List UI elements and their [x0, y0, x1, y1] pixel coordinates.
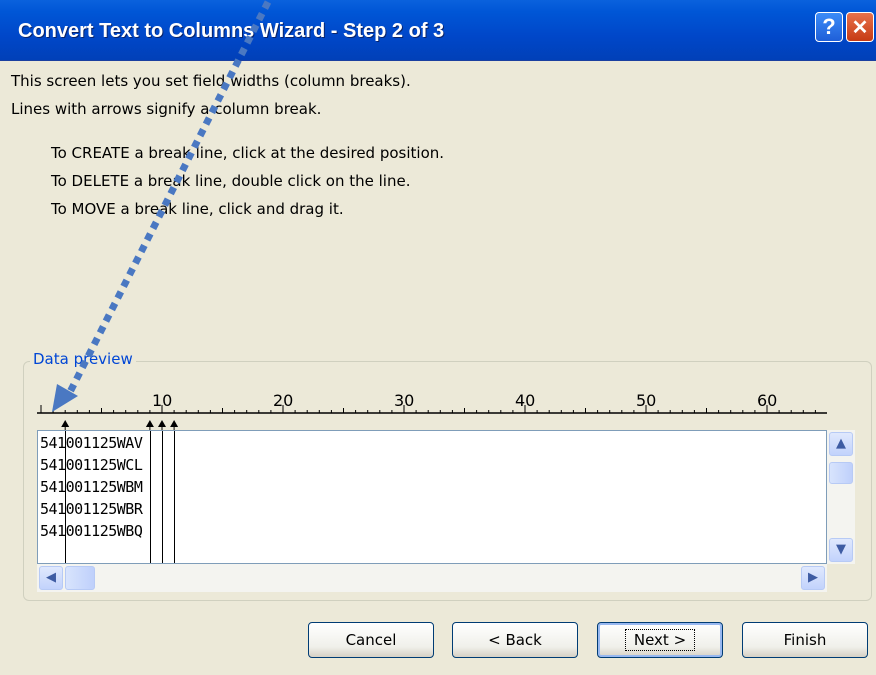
- close-button[interactable]: ✕: [846, 12, 874, 42]
- break-arrow-icon[interactable]: [145, 420, 154, 427]
- chevron-left-icon[interactable]: ◀: [39, 566, 63, 590]
- horizontal-scroll-thumb[interactable]: [65, 566, 95, 590]
- chevron-up-icon[interactable]: ▲: [829, 432, 853, 456]
- title-bar[interactable]: Convert Text to Columns Wizard - Step 2 …: [0, 0, 876, 61]
- ruler-label: 10: [152, 391, 172, 410]
- instruction-create: To CREATE a break line, click at the des…: [51, 144, 445, 162]
- preview-row: 541001125WBM: [40, 478, 143, 496]
- wizard-dialog: Convert Text to Columns Wizard - Step 2 …: [0, 0, 876, 675]
- intro-line-2: Lines with arrows signify a column break…: [11, 100, 322, 118]
- instruction-move: To MOVE a break line, click and drag it.: [51, 200, 344, 218]
- data-preview-label: Data preview: [30, 350, 136, 368]
- ruler-ticks: 10 20 30 40 50 60: [37, 391, 827, 430]
- next-button[interactable]: Next >: [597, 622, 723, 658]
- column-break-line[interactable]: [174, 431, 176, 563]
- back-button[interactable]: < Back: [452, 622, 578, 658]
- column-break-line[interactable]: [65, 431, 67, 563]
- ruler-label: 30: [394, 391, 414, 410]
- instruction-delete: To DELETE a break line, double click on …: [51, 172, 411, 190]
- break-arrow-icon[interactable]: [158, 420, 166, 427]
- preview-row: 541001125WCL: [40, 456, 143, 474]
- column-break-line[interactable]: [149, 431, 151, 563]
- horizontal-scrollbar[interactable]: ◀ ▶: [37, 564, 827, 592]
- vertical-scrollbar[interactable]: ▲ ▼: [827, 430, 855, 564]
- column-break-line[interactable]: [162, 431, 163, 563]
- chevron-down-icon[interactable]: ▼: [829, 538, 853, 562]
- finish-button[interactable]: Finish: [742, 622, 868, 658]
- chevron-right-icon[interactable]: ▶: [801, 566, 825, 590]
- help-button[interactable]: ?: [815, 12, 843, 42]
- preview-row: 541001125WBR: [40, 500, 143, 518]
- preview-row: 541001125WAV: [40, 434, 143, 452]
- column-ruler[interactable]: 10 20 30 40 50 60: [37, 380, 827, 430]
- ruler-label: 40: [515, 391, 535, 410]
- ruler-label: 60: [757, 391, 777, 410]
- window-title: Convert Text to Columns Wizard - Step 2 …: [18, 20, 445, 42]
- close-icon: ✕: [851, 17, 869, 39]
- preview-row: 541001125WBQ: [40, 522, 143, 540]
- break-arrow-icon[interactable]: [170, 420, 179, 427]
- ruler-label: 50: [636, 391, 656, 410]
- intro-line-1: This screen lets you set field widths (c…: [11, 72, 411, 90]
- help-icon: ?: [822, 14, 836, 39]
- cancel-button[interactable]: Cancel: [308, 622, 434, 658]
- next-button-label: Next >: [624, 629, 696, 651]
- data-preview-pane[interactable]: 541001125WAV 541001125WCL 541001125WBM 5410…: [37, 430, 827, 564]
- vertical-scroll-thumb[interactable]: [829, 462, 853, 484]
- ruler-label: 20: [273, 391, 293, 410]
- break-arrow-icon[interactable]: [61, 420, 70, 427]
